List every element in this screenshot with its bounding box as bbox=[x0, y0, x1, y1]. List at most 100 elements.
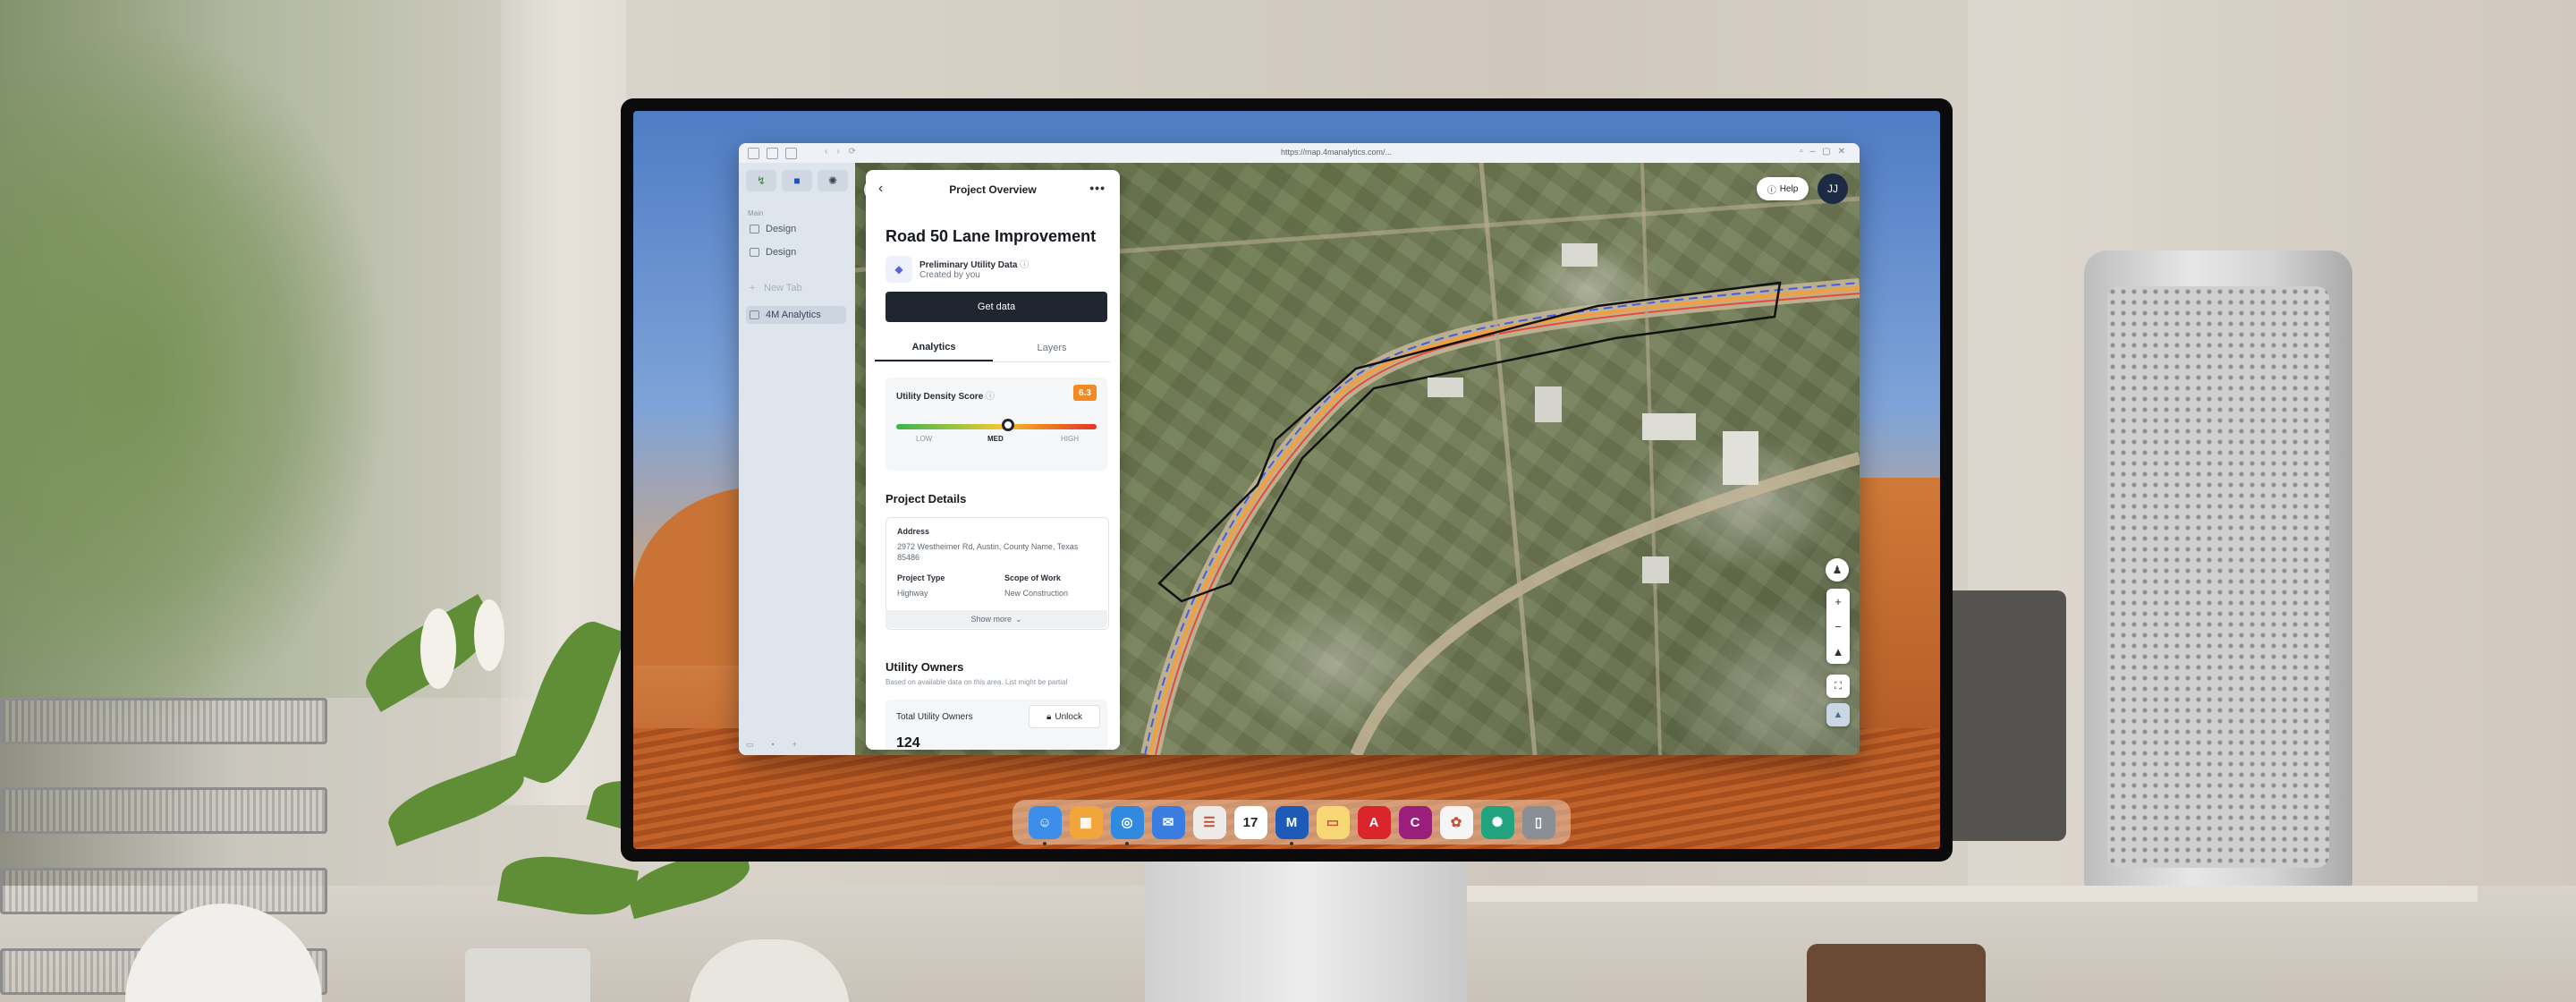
browser-sidebar: ↯ ■ ✺ Main Design Design + New Tab 4M An… bbox=[739, 163, 855, 755]
score-badge: 6.3 bbox=[1073, 385, 1097, 401]
address-label: Address bbox=[897, 527, 930, 536]
fullscreen-icon: ⛶ bbox=[1835, 680, 1842, 692]
compass-button[interactable]: ▲ bbox=[1826, 639, 1850, 664]
dock-app-m-icon[interactable]: M bbox=[1275, 805, 1309, 845]
compass-icon: ▲ bbox=[1832, 644, 1844, 658]
zoom-out-button[interactable]: − bbox=[1826, 614, 1850, 639]
score-gradient-bar bbox=[896, 424, 1097, 429]
sidebar-bottom-icons[interactable]: ▭•+ bbox=[746, 740, 815, 750]
download-icon[interactable] bbox=[785, 148, 797, 159]
shelf bbox=[1467, 886, 2478, 902]
building bbox=[1562, 243, 1597, 267]
desktop-screen: ‹›⟳ https://map.4manalytics.com/... ▫–▢✕… bbox=[633, 111, 1940, 849]
chevron-down-icon: ⌄ bbox=[1014, 614, 1022, 624]
sidebar-item-design-2[interactable]: Design bbox=[746, 243, 846, 261]
flower bbox=[420, 608, 456, 689]
dock-chatgpt-icon[interactable]: ✺ bbox=[1480, 805, 1514, 839]
building bbox=[1642, 556, 1669, 583]
project-details-title: Project Details bbox=[886, 492, 967, 505]
show-more-button[interactable]: Show more ⌄ bbox=[886, 610, 1107, 628]
tab-overview-icon[interactable] bbox=[767, 148, 778, 159]
building bbox=[1535, 386, 1562, 422]
utility-density-card: Utility Density Score ⓘ 6.3 LOW MED HIGH bbox=[886, 378, 1107, 471]
lock-icon: 🔒︎ bbox=[1046, 711, 1052, 722]
get-data-button[interactable]: Get data bbox=[886, 292, 1107, 322]
pinned-map-icon[interactable]: ↯ bbox=[746, 170, 776, 191]
title-bar: ‹›⟳ https://map.4manalytics.com/... ▫–▢✕ bbox=[739, 143, 1860, 163]
panel-tabs: Analytics Layers bbox=[875, 335, 1111, 362]
data-created-by: Created by you bbox=[919, 270, 980, 280]
window-controls-icon[interactable]: ▫–▢✕ bbox=[1800, 147, 1852, 157]
owners-count: 124 bbox=[896, 735, 920, 750]
score-tick-high: HIGH bbox=[1061, 435, 1079, 443]
local-road bbox=[1479, 163, 1538, 755]
running-indicator bbox=[1124, 841, 1129, 845]
dock-calendar-icon[interactable]: 17 bbox=[1233, 805, 1267, 839]
dock-acrobat-icon[interactable]: A bbox=[1357, 805, 1391, 839]
more-options-icon[interactable]: ••• bbox=[1089, 181, 1106, 195]
layers-icon: ◆ bbox=[886, 256, 912, 283]
tab-analytics[interactable]: Analytics bbox=[875, 335, 993, 361]
scope-value: New Construction bbox=[1004, 589, 1069, 598]
panel-header: ‹ Project Overview ••• bbox=[866, 170, 1120, 209]
dock-finder-icon[interactable]: ☺ bbox=[1028, 805, 1062, 845]
unlock-button[interactable]: 🔒︎ Unlock bbox=[1029, 705, 1100, 728]
sidebar-item-4m-analytics[interactable]: 4M Analytics bbox=[746, 306, 846, 324]
panel-title: Project Overview bbox=[949, 183, 1037, 196]
pinned-tabs: ↯ ■ ✺ bbox=[746, 170, 848, 191]
person-icon: ♟ bbox=[1832, 564, 1843, 576]
dock-mail-icon[interactable]: ✉ bbox=[1151, 805, 1185, 839]
local-road bbox=[1640, 163, 1662, 755]
project-overview-panel: ‹ Project Overview ••• Road 50 Lane Impr… bbox=[866, 170, 1120, 750]
fullscreen-button[interactable]: ⛶ bbox=[1826, 675, 1850, 698]
help-button[interactable]: ⓘ Help bbox=[1757, 177, 1809, 200]
tray bbox=[0, 787, 327, 834]
dock-safari-icon[interactable]: ◎ bbox=[1110, 805, 1144, 845]
highway-road bbox=[1140, 278, 1860, 755]
monitor-stand bbox=[1145, 859, 1467, 1002]
utility-line-red bbox=[1155, 293, 1860, 755]
dock-photos-icon[interactable]: ✿ bbox=[1439, 805, 1473, 839]
dock-trash-icon[interactable]: ▯ bbox=[1521, 805, 1555, 839]
info-icon[interactable]: ⓘ bbox=[986, 392, 995, 402]
coffee-mug bbox=[1807, 944, 1986, 1002]
basemap-toggle-button[interactable]: ▲ bbox=[1826, 703, 1850, 726]
street-view-button[interactable]: ♟ bbox=[1826, 558, 1849, 582]
show-more-label: Show more bbox=[970, 615, 1012, 624]
pinned-app-icon[interactable]: ■ bbox=[782, 170, 812, 191]
sidebar-item-new-tab[interactable]: + New Tab bbox=[746, 279, 846, 297]
folder-icon bbox=[750, 225, 759, 234]
dock-reminders-icon[interactable]: ☰ bbox=[1192, 805, 1226, 839]
flower bbox=[474, 599, 504, 671]
zoom-in-button[interactable]: + bbox=[1826, 589, 1850, 614]
minus-icon: − bbox=[1835, 619, 1842, 633]
score-label-text: Utility Density Score bbox=[896, 392, 984, 402]
running-indicator bbox=[1289, 841, 1293, 845]
monitor: ‹›⟳ https://map.4manalytics.com/... ▫–▢✕… bbox=[621, 98, 1953, 862]
sidebar-toggle-icon[interactable] bbox=[748, 148, 759, 159]
tab-layers[interactable]: Layers bbox=[993, 335, 1111, 361]
dock: ☺ ▦ ◎ ✉ ☰ 17 M ▭ A C ✿ ✺ ▯ bbox=[1013, 800, 1571, 845]
building bbox=[1428, 378, 1463, 397]
zoom-controls: + − ▲ bbox=[1826, 589, 1850, 664]
nav-arrows-icon[interactable]: ‹›⟳ bbox=[825, 147, 865, 157]
pinned-gpt-icon[interactable]: ✺ bbox=[818, 170, 848, 191]
project-type-value: Highway bbox=[897, 589, 928, 598]
secondary-road bbox=[1350, 452, 1860, 755]
sidebar-item-design[interactable]: Design bbox=[746, 220, 846, 238]
window-toolbar-icons bbox=[748, 148, 797, 159]
info-icon[interactable]: ⓘ bbox=[1020, 260, 1029, 270]
score-tick-low: LOW bbox=[916, 435, 933, 443]
dock-app-c-icon[interactable]: C bbox=[1398, 805, 1432, 839]
dock-launchpad-icon[interactable]: ▦ bbox=[1069, 805, 1103, 839]
total-owners-label: Total Utility Owners bbox=[896, 712, 973, 722]
data-title-text: Preliminary Utility Data bbox=[919, 260, 1018, 270]
avatar[interactable]: JJ bbox=[1818, 174, 1848, 204]
dock-notes-icon[interactable]: ▭ bbox=[1316, 805, 1350, 839]
sidebar-item-label: New Tab bbox=[764, 283, 802, 293]
building bbox=[1723, 431, 1758, 485]
url-bar[interactable]: https://map.4manalytics.com/... bbox=[1256, 148, 1417, 157]
back-icon[interactable]: ‹ bbox=[878, 181, 883, 197]
data-title: Preliminary Utility Data ⓘ bbox=[919, 257, 1029, 270]
plus-icon: + bbox=[1835, 594, 1842, 608]
